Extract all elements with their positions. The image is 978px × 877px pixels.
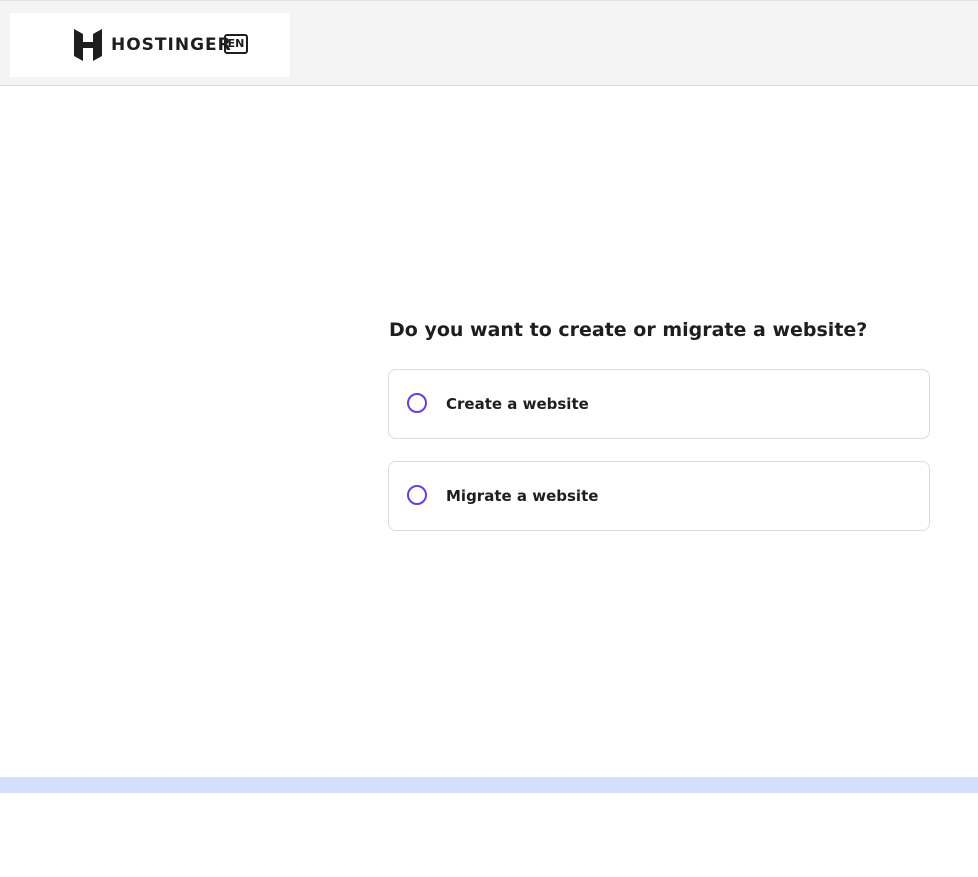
hostinger-logo-icon bbox=[74, 29, 102, 61]
option-label-create: Create a website bbox=[446, 395, 589, 413]
top-bar: HOSTINGER EN bbox=[0, 0, 978, 86]
brand-name: HOSTINGER bbox=[111, 35, 232, 55]
language-badge[interactable]: EN bbox=[224, 34, 248, 54]
option-migrate-website[interactable]: Migrate a website bbox=[388, 461, 930, 531]
option-label-migrate: Migrate a website bbox=[446, 487, 599, 505]
option-create-website[interactable]: Create a website bbox=[388, 369, 930, 439]
radio-migrate-website[interactable] bbox=[407, 485, 427, 505]
page: HOSTINGER EN Do you want to create or mi… bbox=[0, 0, 978, 877]
page-question: Do you want to create or migrate a websi… bbox=[389, 319, 868, 341]
bottom-banner-strip bbox=[0, 777, 978, 793]
radio-create-website[interactable] bbox=[407, 393, 427, 413]
brand-logo[interactable]: HOSTINGER EN bbox=[10, 13, 290, 77]
